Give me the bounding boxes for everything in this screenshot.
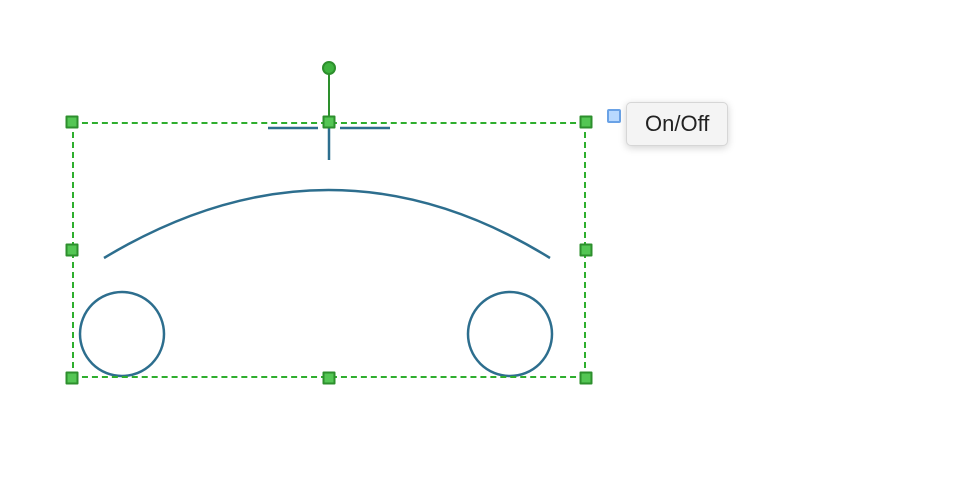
action-indicator[interactable] <box>607 109 621 123</box>
resize-handle-top-right[interactable] <box>580 116 593 129</box>
resize-handle-bottom-middle[interactable] <box>323 372 336 385</box>
tooltip-label: On/Off <box>645 111 709 136</box>
selection-box <box>72 122 586 378</box>
tooltip: On/Off <box>626 102 728 146</box>
resize-handle-bottom-right[interactable] <box>580 372 593 385</box>
canvas[interactable]: On/Off <box>0 0 954 500</box>
resize-handle-top-left[interactable] <box>66 116 79 129</box>
resize-handle-middle-right[interactable] <box>580 244 593 257</box>
resize-handle-bottom-left[interactable] <box>66 372 79 385</box>
rotation-line <box>328 68 330 122</box>
resize-handle-top-middle[interactable] <box>323 116 336 129</box>
rotation-handle[interactable] <box>322 61 336 75</box>
resize-handle-middle-left[interactable] <box>66 244 79 257</box>
